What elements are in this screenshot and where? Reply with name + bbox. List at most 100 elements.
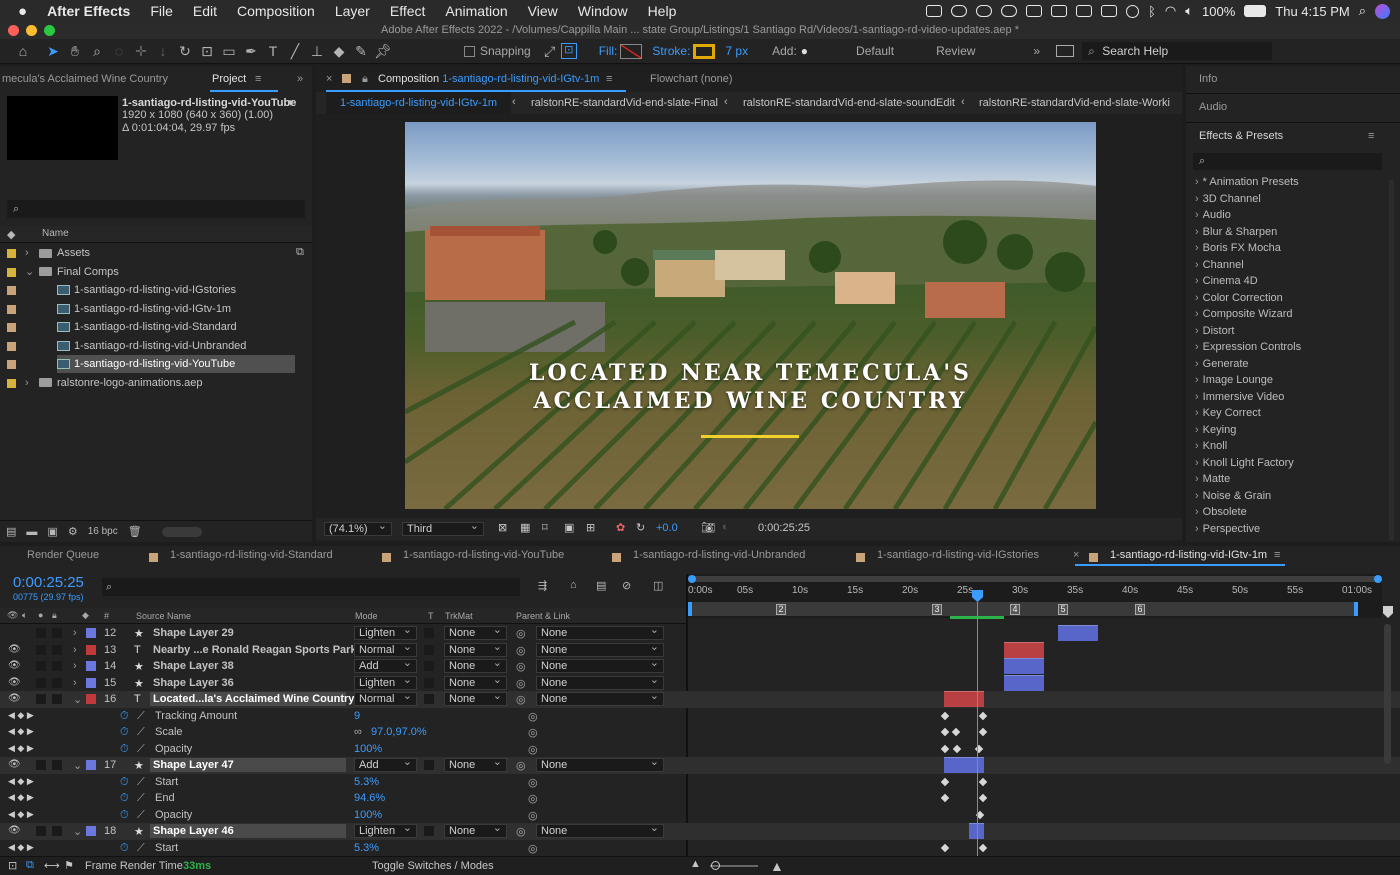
preserve-transparency-toggle[interactable] <box>424 826 434 836</box>
rotation-tool-icon[interactable]: ↻ <box>174 43 196 60</box>
layer-duration-bar[interactable] <box>1004 674 1044 691</box>
layer-label-swatch[interactable] <box>86 760 96 770</box>
project-search-input[interactable]: ⌕ <box>7 200 305 218</box>
chevron-down-icon[interactable]: ⌄ <box>73 759 82 772</box>
siri-icon[interactable] <box>1375 3 1390 19</box>
layer-row[interactable]: 👁︎ ⌄ 17 ★ Shape Layer 47 Add None ◎ None <box>0 756 1400 774</box>
cloud-icon[interactable] <box>951 5 968 17</box>
layer-name[interactable]: Shape Layer 38 <box>150 659 237 673</box>
transfer-controls-icon[interactable]: ⧉ <box>26 859 34 872</box>
effects-scrollbar[interactable] <box>1389 180 1394 540</box>
clone-stamp-icon[interactable]: ⊥ <box>306 43 328 60</box>
timeline-tab[interactable]: 1-santiago-rd-listing-vid-YouTube <box>403 544 564 566</box>
cloud-icon[interactable] <box>976 5 993 17</box>
label-swatch[interactable] <box>7 304 16 314</box>
pick-whip-icon[interactable]: ◎ <box>516 693 526 706</box>
blend-mode-dropdown[interactable]: Lighten <box>354 624 417 640</box>
stopwatch-icon[interactable]: ⏱︎ <box>120 792 129 805</box>
keyframe[interactable] <box>951 727 961 737</box>
layer-label-swatch[interactable] <box>86 677 96 688</box>
graph-editor-icon[interactable]: ◫ <box>653 579 663 592</box>
layer-duration-bar[interactable] <box>944 757 984 773</box>
new-folder-icon[interactable]: ▬ <box>26 526 37 538</box>
flash-icon[interactable] <box>1101 5 1118 17</box>
delete-icon[interactable]: 🗑︎ <box>128 525 142 538</box>
eye-icon[interactable]: 👁︎ <box>8 693 21 704</box>
label-swatch[interactable] <box>7 286 16 295</box>
lock-toggle[interactable] <box>52 826 62 836</box>
trkmat-header[interactable]: TrkMat <box>445 611 473 621</box>
menu-file[interactable]: File <box>140 3 183 19</box>
wifi-icon[interactable]: ◠ <box>1165 3 1176 19</box>
pick-whip-icon[interactable]: ◎ <box>516 644 526 657</box>
region-of-interest-icon[interactable]: ▣ <box>564 521 574 534</box>
breadcrumb-3[interactable]: ralstonRE-standardVid-end-slate-Worki <box>979 97 1170 109</box>
parent-dropdown[interactable]: None <box>536 641 664 657</box>
playhead[interactable] <box>972 590 983 856</box>
track-matte-dropdown[interactable]: None <box>444 822 507 838</box>
panel-menu-icon[interactable]: ≡ <box>255 66 261 92</box>
pick-whip-icon[interactable]: ◎ <box>516 627 526 640</box>
stroke-width-value[interactable]: 7 px <box>725 44 748 58</box>
property-row[interactable]: ◀ ◆ ▶ ⏱︎ ⟋ Opacity 100% ◎ <box>0 741 1400 758</box>
pick-whip-icon[interactable]: ◎ <box>516 825 526 838</box>
flowchart-icon[interactable]: ⧉ <box>296 246 304 259</box>
project-item[interactable]: 1-santiago-rd-listing-vid-IGstories <box>0 281 312 299</box>
expression-pick-whip-icon[interactable]: ◎ <box>528 776 538 789</box>
lock-toggle[interactable] <box>52 760 62 770</box>
solo-toggle[interactable] <box>36 677 46 688</box>
app-menu[interactable]: After Effects <box>37 3 140 19</box>
property-value[interactable]: 97.0,97.0% <box>371 726 427 738</box>
blend-mode-dropdown[interactable]: Add <box>354 657 417 673</box>
keyframe-navigator[interactable]: ◀ ◆ ▶ <box>8 776 34 787</box>
project-item[interactable]: 1-santiago-rd-listing-vid-Standard <box>0 318 312 336</box>
graph-icon[interactable]: ⟋ <box>137 776 145 789</box>
keyframe-navigator[interactable]: ◀ ◆ ▶ <box>8 743 34 754</box>
resolution-dropdown[interactable]: Third <box>402 520 484 536</box>
comp-mini-flowchart-icon[interactable]: ⇶ <box>538 579 547 592</box>
home-icon[interactable]: ⌂ <box>12 43 34 59</box>
new-composition-icon[interactable]: ▣ <box>47 525 57 538</box>
preserve-transparency-toggle[interactable] <box>424 628 434 638</box>
stopwatch-icon[interactable]: ⏱︎ <box>120 776 129 789</box>
panel-menu-icon[interactable]: ≡ <box>1274 544 1280 566</box>
effects-category[interactable]: › 3D Channel <box>1195 191 1261 207</box>
expression-pick-whip-icon[interactable]: ◎ <box>528 726 538 739</box>
menu-effect[interactable]: Effect <box>380 3 436 19</box>
pick-whip-icon[interactable]: ◎ <box>516 759 526 772</box>
graph-icon[interactable]: ⟋ <box>137 809 145 822</box>
menu-window[interactable]: Window <box>568 3 638 19</box>
timeline-tab[interactable]: 1-santiago-rd-listing-vid-Standard <box>170 544 333 566</box>
timeline-tab[interactable]: 1-santiago-rd-listing-vid-Unbranded <box>633 544 805 566</box>
color-channels-icon[interactable]: ✿ <box>616 521 625 534</box>
property-value[interactable]: 5.3% <box>354 842 379 854</box>
effects-search-input[interactable]: ⌕ <box>1193 153 1382 170</box>
solo-toggle[interactable] <box>36 661 46 671</box>
stopwatch-icon[interactable]: ⏱︎ <box>120 710 129 723</box>
more-workspaces-icon[interactable]: » <box>1033 44 1040 58</box>
layer-name[interactable]: Shape Layer 36 <box>150 676 237 690</box>
effects-category[interactable]: › Expression Controls <box>1195 339 1301 355</box>
comp-marker[interactable]: 6 <box>1135 604 1145 615</box>
tab-project[interactable]: Project <box>212 66 246 92</box>
layer-label-swatch[interactable] <box>86 644 96 655</box>
layer-label-swatch[interactable] <box>86 661 96 671</box>
menu-edit[interactable]: Edit <box>183 3 227 19</box>
sync-icon[interactable] <box>1076 5 1093 17</box>
pan-camera-icon[interactable]: ✛ <box>130 43 152 60</box>
lock-toggle[interactable] <box>52 661 62 671</box>
reset-exposure-icon[interactable]: ↻ <box>636 521 645 534</box>
effects-category[interactable]: › Knoll <box>1195 438 1227 454</box>
bpc-button[interactable]: 16 bpc <box>88 526 118 537</box>
keyframe-navigator[interactable]: ◀ ◆ ▶ <box>8 726 34 737</box>
magnification-dropdown[interactable]: (74.1%) <box>324 520 392 536</box>
workspace-default[interactable]: Default <box>856 44 894 58</box>
pick-whip-icon[interactable]: ◎ <box>516 677 526 690</box>
interpret-footage-icon[interactable]: ▤ <box>6 525 16 538</box>
project-item[interactable]: 1-santiago-rd-listing-vid-Unbranded <box>0 337 312 355</box>
project-item[interactable]: ⌄ Final Comps <box>0 263 312 281</box>
label-swatch[interactable] <box>7 323 16 332</box>
lock-toggle[interactable] <box>52 677 62 688</box>
stopwatch-icon[interactable]: ⏱︎ <box>120 842 129 855</box>
puppet-pin-icon[interactable]: 📌︎ <box>372 43 394 60</box>
